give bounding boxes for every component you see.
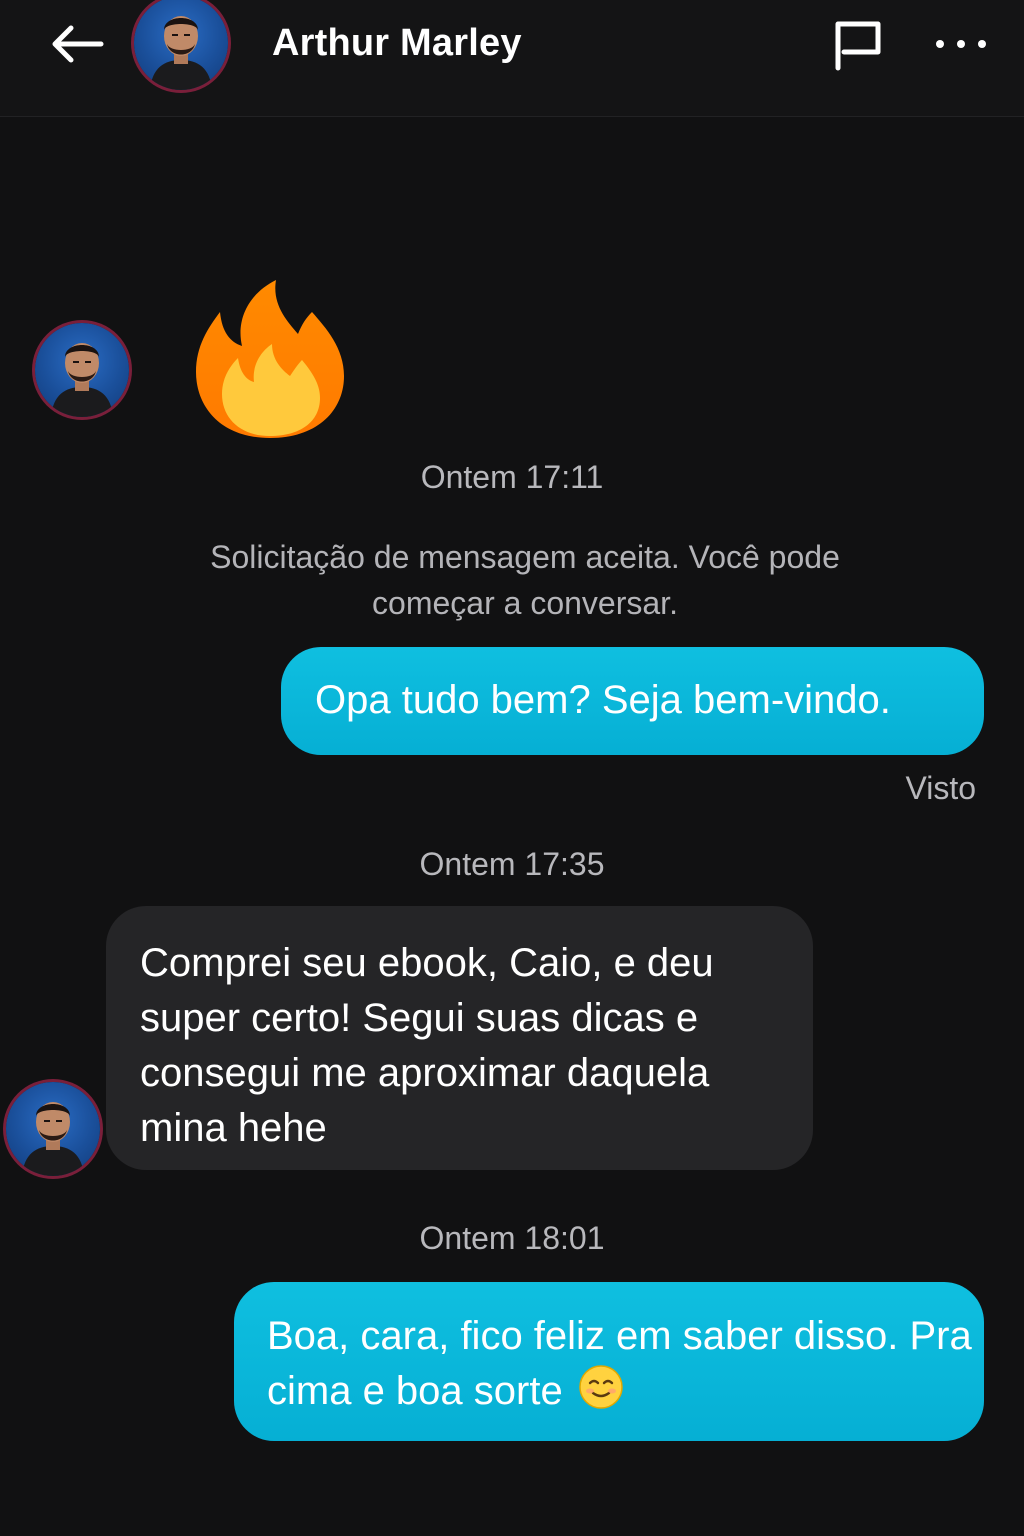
sender-avatar[interactable] bbox=[35, 323, 129, 417]
conversation-header: Arthur Marley bbox=[0, 0, 1024, 117]
incoming-message[interactable]: Comprei seu ebook, Caio, e deu super cer… bbox=[106, 906, 813, 1170]
timestamp: Ontem 18:01 bbox=[419, 1220, 605, 1256]
avatar-person-icon bbox=[150, 16, 212, 90]
avatar-person-icon bbox=[51, 343, 113, 417]
avatar-person-icon bbox=[22, 1102, 84, 1176]
back-arrow-icon bbox=[52, 25, 104, 63]
fire-emoji-icon[interactable] bbox=[190, 276, 350, 440]
flag-icon bbox=[835, 21, 881, 71]
report-button[interactable] bbox=[826, 12, 890, 76]
more-options-button[interactable] bbox=[928, 22, 994, 66]
timestamp: Ontem 17:35 bbox=[419, 846, 605, 882]
outgoing-message[interactable]: Opa tudo bem? Seja bem-vindo. bbox=[281, 647, 984, 755]
system-message: Solicitação de mensagem aceita. Você pod… bbox=[210, 539, 840, 621]
contact-name[interactable]: Arthur Marley bbox=[272, 22, 522, 65]
seen-status: Visto bbox=[905, 770, 976, 806]
header-avatar[interactable] bbox=[134, 0, 228, 90]
more-icon bbox=[936, 40, 986, 48]
outgoing-message[interactable]: Boa, cara, fico feliz em saber disso. Pr… bbox=[234, 1282, 984, 1441]
sender-avatar[interactable] bbox=[6, 1082, 100, 1176]
timestamp: Ontem 17:11 bbox=[420, 459, 604, 495]
back-button[interactable] bbox=[40, 14, 110, 74]
smiling-face-emoji-icon bbox=[579, 1365, 623, 1409]
